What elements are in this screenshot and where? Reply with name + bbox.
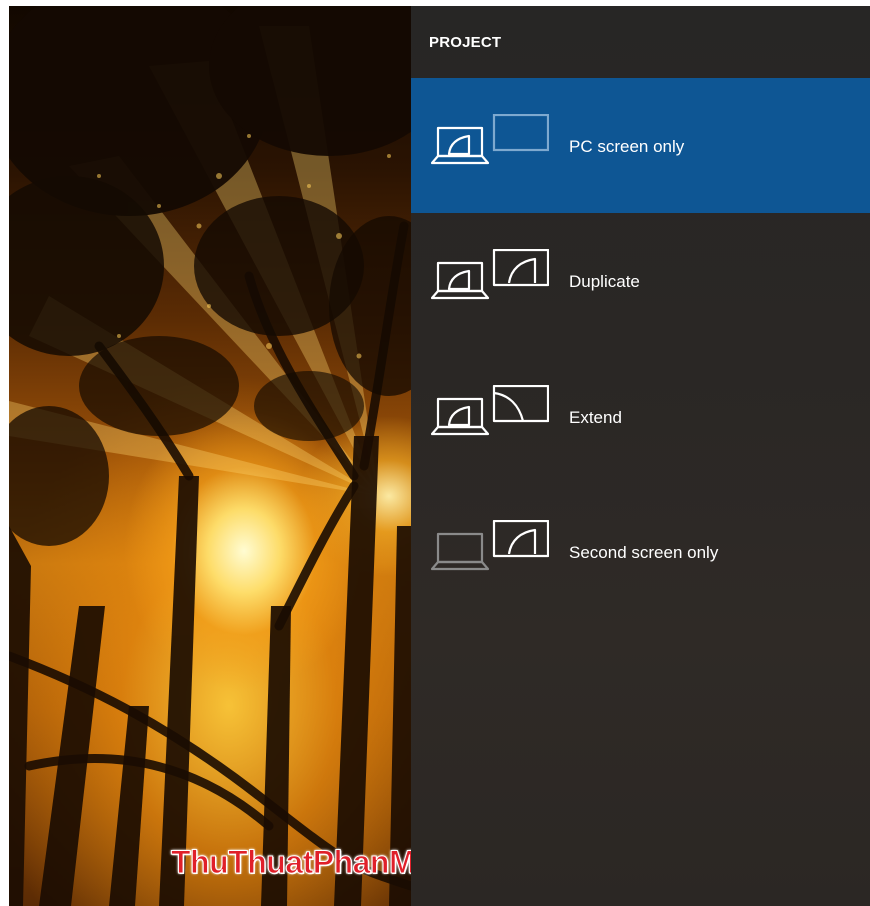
- extend-icon: [430, 384, 550, 439]
- watermark-logo: ThuThuatPhanMem.vn: [170, 844, 411, 881]
- desktop-wallpaper: ThuThuatPhanMem.vn: [9, 6, 411, 906]
- second-screen-only-icon: [430, 519, 550, 574]
- duplicate-icon: [430, 248, 550, 303]
- option-extend[interactable]: Extend: [411, 349, 870, 484]
- option-second-screen-only[interactable]: Second screen only: [411, 484, 870, 619]
- screen: ThuThuatPhanMem.vn PROJECT PC screen onl…: [9, 6, 870, 906]
- option-label: PC screen only: [569, 137, 685, 156]
- project-panel: PROJECT PC screen only Duplicate Extend …: [411, 6, 870, 906]
- panel-title: PROJECT: [429, 34, 502, 51]
- option-duplicate[interactable]: Duplicate: [411, 213, 870, 348]
- option-label: Duplicate: [569, 272, 640, 291]
- option-label: Second screen only: [569, 543, 719, 562]
- forest-sunlight-image: [9, 6, 411, 906]
- option-pc-screen-only[interactable]: PC screen only: [411, 78, 870, 213]
- option-label: Extend: [569, 408, 622, 427]
- pc-screen-only-icon: [430, 113, 550, 168]
